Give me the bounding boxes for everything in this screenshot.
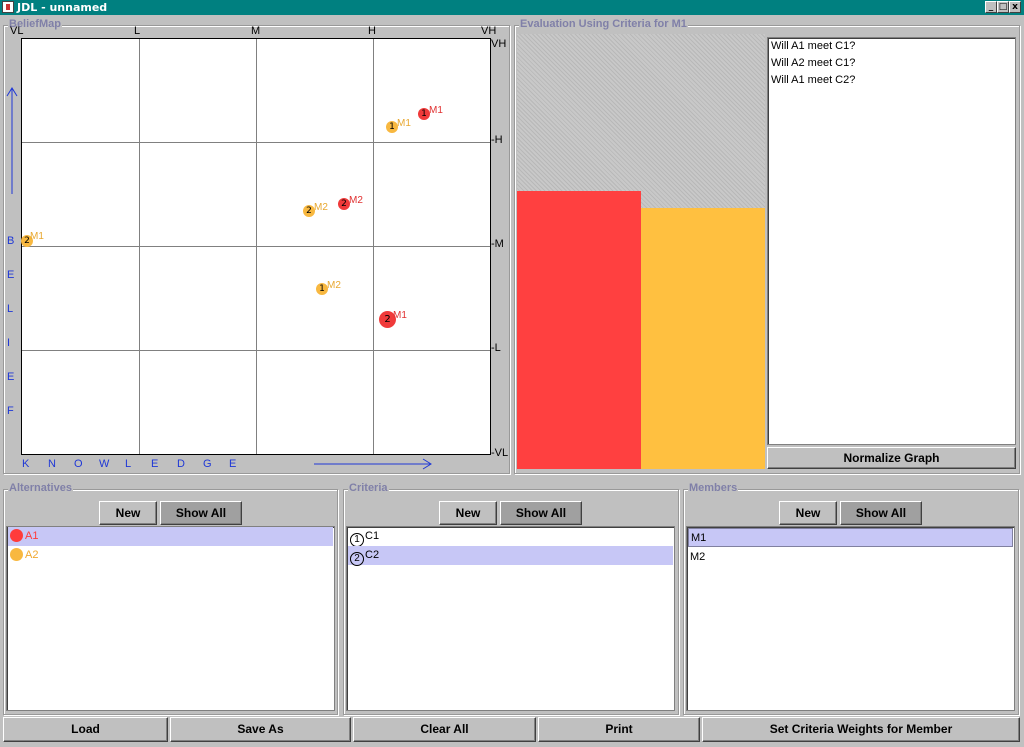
belief-letter-6: F [7,405,14,417]
y-axis-arrow-icon [6,87,18,194]
knowledge-letter-7: D [177,458,185,470]
members-list[interactable]: M1 M2 [686,526,1015,711]
criterion-number: 1 [350,533,364,547]
y-tick-m: -M [491,238,504,250]
knowledge-letter-4: W [99,458,110,470]
print-button[interactable]: Print [538,717,700,742]
knowledge-letter-3: O [74,458,83,470]
title-bar: JDL - unnamed _ □ x [0,0,1024,15]
alternative-item-a1[interactable]: A1 [8,527,333,546]
alt-color-swatch [10,548,23,561]
load-button[interactable]: Load [3,717,168,742]
members-title: Members [688,482,739,494]
evaluation-title: Evaluation Using Criteria for M1 [519,18,688,30]
app-icon [2,1,14,13]
belief-map-plot[interactable]: 1 M1 1 M1 2 M2 2 M2 2 M1 1 M2 2 M1 [21,38,491,455]
alternatives-list[interactable]: A1 A2 [6,526,335,711]
member-item-m2[interactable]: M2 [688,548,1013,567]
new-criterion-button[interactable]: New [439,501,497,525]
x-tick-vl: VL [10,25,24,37]
x-axis-arrow-icon [314,458,432,470]
belief-letter-4: I [7,337,11,349]
question-item[interactable]: Will A1 meet C2? [769,72,1014,89]
y-tick-vl: -VL [491,447,509,459]
knowledge-letter-5: L [125,458,132,470]
member-item-m1[interactable]: M1 [688,528,1013,547]
point-a2-m2-b-label: M2 [327,280,341,291]
new-alternative-button[interactable]: New [99,501,157,525]
questions-list[interactable]: Will A1 meet C1? Will A2 meet C1? Will A… [767,37,1016,445]
show-all-members-button[interactable]: Show All [840,501,922,525]
point-a2-m1-label: M1 [397,118,411,129]
y-tick-l: -L [491,342,501,354]
question-item[interactable]: Will A1 meet C1? [769,38,1014,55]
question-item[interactable]: Will A2 meet C1? [769,55,1014,72]
minimize-button[interactable]: _ [985,1,997,13]
x-tick-l: L [134,25,141,37]
knowledge-letter-2: N [48,458,56,470]
maximize-button[interactable]: □ [997,1,1009,13]
alt-color-swatch [10,529,23,542]
x-tick-m: M [251,25,261,37]
x-tick-h: H [368,25,376,37]
alternative-item-a2[interactable]: A2 [8,546,333,565]
point-a2-m1-b-label: M1 [30,231,44,242]
new-member-button[interactable]: New [779,501,837,525]
knowledge-letter-1: K [22,458,30,470]
bar-a1 [517,191,641,469]
criterion-number: 2 [350,552,364,566]
save-as-button[interactable]: Save As [170,717,351,742]
point-a1-m1-label: M1 [429,105,443,116]
point-a2-m2-label: M2 [314,202,328,213]
knowledge-letter-8: G [203,458,212,470]
criterion-item-c2[interactable]: 2 C2 [348,546,673,566]
show-all-alternatives-button[interactable]: Show All [160,501,242,525]
criteria-title: Criteria [348,482,389,494]
belief-letter-1: B [7,235,15,247]
knowledge-letter-6: E [151,458,159,470]
normalize-graph-button[interactable]: Normalize Graph [767,447,1016,469]
belief-letter-3: L [7,303,14,315]
belief-letter-2: E [7,269,15,281]
criteria-list[interactable]: 1 C1 2 C2 [346,526,675,711]
alternatives-title: Alternatives [8,482,73,494]
x-tick-vh: VH [481,25,497,37]
point-a1-m2-label: M2 [349,195,363,206]
bar-a2 [641,208,765,469]
clear-all-button[interactable]: Clear All [353,717,536,742]
y-tick-vh: VH [491,38,507,50]
set-criteria-weights-button[interactable]: Set Criteria Weights for Member [702,717,1020,742]
criterion-item-c1[interactable]: 1 C1 [348,527,673,547]
show-all-criteria-button[interactable]: Show All [500,501,582,525]
point-a1-m1-b-label: M1 [393,310,407,321]
belief-letter-5: E [7,371,15,383]
window-title: JDL - unnamed [17,1,108,14]
knowledge-letter-9: E [229,458,237,470]
y-tick-h: -H [491,134,503,146]
close-button[interactable]: x [1009,1,1021,13]
